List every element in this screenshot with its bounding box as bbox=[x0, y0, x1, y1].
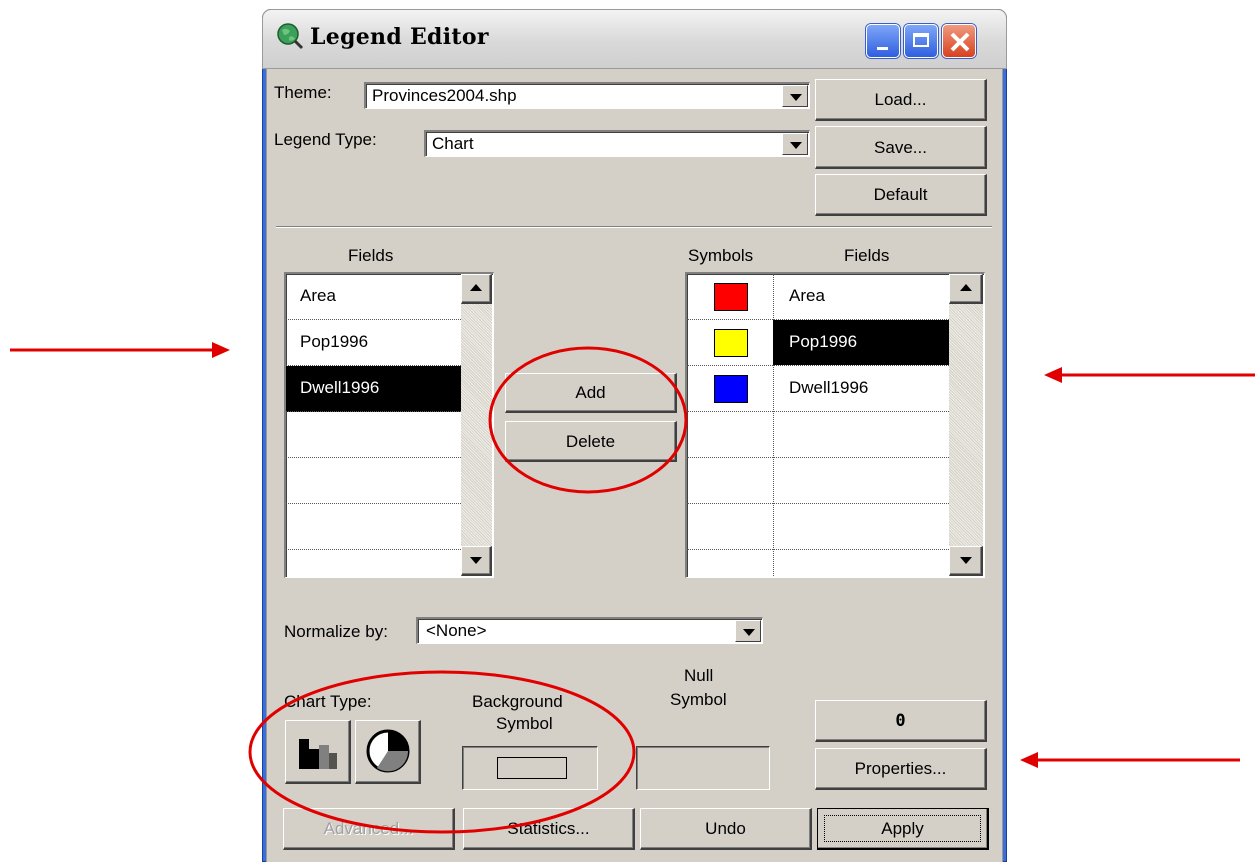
annotation-overlay bbox=[10, 342, 1255, 834]
annotation-arrow-right-list bbox=[1044, 367, 1255, 383]
annotation-arrow-properties bbox=[1020, 752, 1240, 768]
annotation-circle-chart-type bbox=[248, 670, 636, 834]
annotation-arrow-left bbox=[10, 342, 230, 358]
annotation-circle-add-delete bbox=[488, 346, 688, 494]
